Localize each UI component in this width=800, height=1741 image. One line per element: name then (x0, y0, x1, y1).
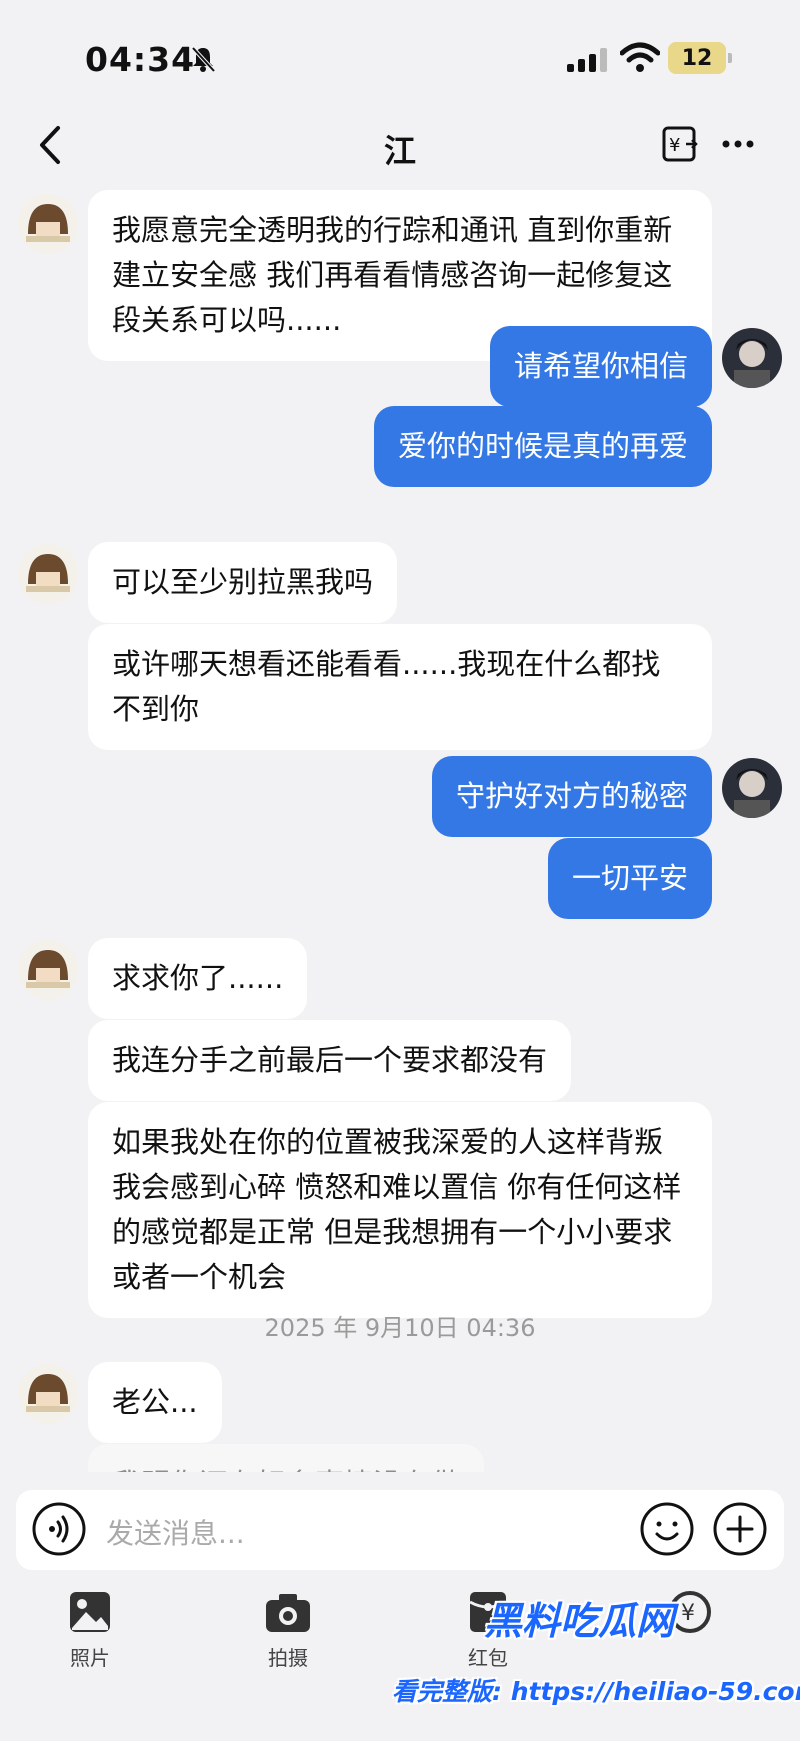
bell-muted-icon (191, 46, 216, 73)
message-input[interactable]: 发送消息... (106, 1512, 245, 1552)
message-bubble-incoming[interactable]: 老公... (88, 1362, 222, 1443)
watermark: 黑料吃瓜网 看完整版: https://heiliao-59.com (392, 1590, 800, 1730)
camera-label: 拍摄 (268, 1646, 308, 1670)
more-options-icon[interactable] (718, 124, 758, 164)
message-list[interactable]: 我愿意完全透明我的行踪和通讯 直到你重新建立安全感 我们再看看情感咨询一起修复这… (0, 182, 800, 1472)
message-bubble-outgoing[interactable]: 一切平安 (547, 838, 712, 919)
camera-icon (266, 1594, 310, 1632)
camera-button[interactable]: 拍摄 (228, 1580, 348, 1690)
photo-label: 照片 (70, 1646, 110, 1670)
chat-header: 江 ¥ (0, 110, 800, 180)
message-bubble-incoming[interactable]: 或许哪天想看还能看看......我现在什么都找不到你 (88, 624, 712, 750)
battery-indicator: 12 (668, 42, 732, 74)
message-bubble-outgoing[interactable]: 爱你的时候是真的再爱 (373, 406, 712, 487)
watermark-logo: 黑料吃瓜网 (483, 1599, 674, 1643)
message-composer: 发送消息... (16, 1490, 784, 1570)
message-bubble-incoming[interactable]: 我明你还有好多事情没有做 (88, 1444, 485, 1472)
partner-avatar[interactable] (18, 194, 78, 254)
watermark-url: 看完整版: https://heiliao-59.com (392, 1677, 800, 1706)
voice-input-icon[interactable] (30, 1500, 88, 1558)
message-bubble-outgoing[interactable]: 请希望你相信 (489, 326, 712, 407)
status-time: 04:34 (85, 40, 196, 79)
emoji-icon[interactable] (638, 1500, 696, 1558)
plus-icon[interactable] (711, 1500, 769, 1558)
partner-avatar[interactable] (18, 1364, 78, 1424)
message-bubble-incoming[interactable]: 求求你了...... (88, 938, 308, 1019)
svg-text:¥: ¥ (669, 135, 680, 156)
transfer-money-icon[interactable]: ¥ (660, 124, 700, 164)
my-avatar[interactable] (722, 328, 782, 388)
message-timestamp: 2025 年 9月10日 04:36 (264, 1314, 536, 1342)
message-bubble-incoming[interactable]: 我连分手之前最后一个要求都没有 (88, 1020, 572, 1101)
partner-avatar[interactable] (18, 544, 78, 604)
photo-button[interactable]: 照片 (30, 1580, 150, 1690)
partner-avatar[interactable] (18, 940, 78, 1000)
cellular-signal-icon (567, 48, 607, 72)
status-bar: 04:34 12 (0, 0, 800, 120)
message-bubble-incoming[interactable]: 如果我处在你的位置被我深爱的人这样背叛 我会感到心碎 愤怒和难以置信 你有任何这… (88, 1102, 712, 1318)
wifi-icon (620, 42, 660, 72)
message-bubble-incoming[interactable]: 可以至少别拉黑我吗 (88, 542, 398, 623)
my-avatar[interactable] (722, 758, 782, 818)
message-bubble-outgoing[interactable]: 守护好对方的秘密 (431, 756, 712, 837)
image-icon (70, 1592, 110, 1632)
